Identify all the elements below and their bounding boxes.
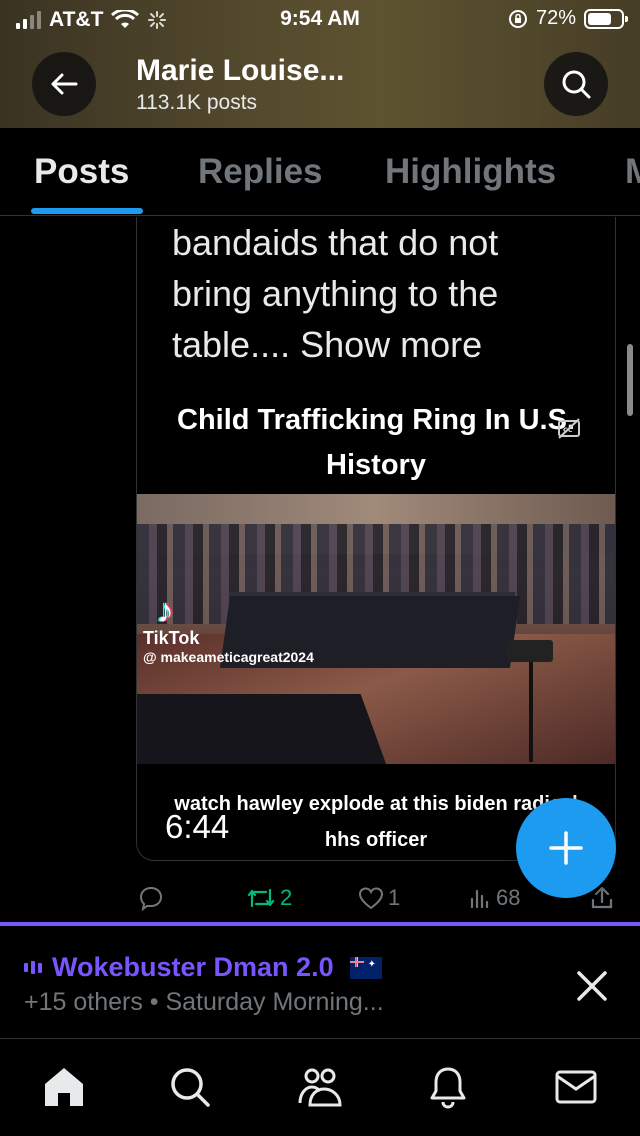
bar-chart-icon (470, 889, 489, 909)
video-headline-line: History (326, 449, 426, 481)
reply-icon (139, 886, 163, 911)
like-count: 1 (388, 885, 401, 910)
battery-percent: 72% (535, 7, 576, 29)
nav-notifications[interactable] (424, 1063, 472, 1111)
arrow-left-icon (51, 73, 78, 95)
nav-home[interactable] (40, 1063, 88, 1111)
mail-icon (555, 1070, 597, 1104)
orientation-lock-icon (508, 9, 527, 28)
tweet-text-line: bring anything to the (172, 273, 499, 314)
tab-media[interactable]: M (625, 152, 640, 192)
view-count: 68 (496, 885, 521, 910)
battery-icon (584, 8, 628, 29)
search-button[interactable] (544, 52, 608, 116)
retweet-icon (247, 888, 275, 908)
battery-group: 72% (508, 7, 628, 30)
profile-name: Marie Louise... (136, 54, 345, 87)
views-button[interactable]: 68 (468, 885, 520, 911)
live-space-banner[interactable]: Wokebuster Dman 2.0 +15 others • Saturda… (0, 922, 640, 1038)
back-button[interactable] (32, 52, 96, 116)
post-count: 113.1K posts (136, 91, 258, 114)
status-bar: AT&T 9:54 AM 72% (0, 0, 640, 42)
scene-camera (507, 640, 553, 662)
video-headline: Child Trafficking Ring In U.S. History (137, 398, 615, 488)
profile-header: AT&T 9:54 AM 72% Marie Louise... 113.1K … (0, 0, 640, 128)
nav-messages[interactable] (552, 1063, 600, 1111)
australia-flag-icon (349, 956, 382, 979)
video-thumbnail: ♪ TikTok @ makeameticagreat2024 (137, 494, 615, 764)
profile-tabs: Posts Replies Highlights M (0, 128, 640, 216)
tweet-text-line: bandaids that do not (172, 222, 499, 263)
battery-fill (588, 12, 612, 25)
home-icon (45, 1068, 83, 1106)
close-icon[interactable] (570, 964, 614, 1008)
space-title: Wokebuster Dman 2.0 (52, 952, 334, 982)
nav-search[interactable] (166, 1063, 214, 1111)
compose-post-button[interactable] (516, 798, 616, 898)
nav-communities[interactable] (296, 1063, 344, 1111)
tiktok-logo-icon: ♪ (157, 592, 174, 630)
active-tab-indicator (31, 208, 143, 214)
tiktok-handle: @ makeameticagreat2024 (143, 649, 314, 665)
like-button[interactable]: 1 (358, 885, 400, 911)
heart-icon (358, 887, 384, 910)
bell-icon (430, 1067, 466, 1109)
tiktok-watermark: ♪ TikTok @ makeameticagreat2024 (143, 594, 314, 665)
scene-tripod (529, 662, 533, 762)
retweet-count: 2 (280, 885, 293, 910)
scrollbar-thumb[interactable] (627, 344, 633, 416)
scene-desk (137, 694, 394, 764)
space-title-row: Wokebuster Dman 2.0 (24, 952, 382, 983)
video-player[interactable]: Child Trafficking Ring In U.S. History c… (137, 386, 615, 860)
plus-icon (549, 831, 583, 865)
video-headline-line: Child Trafficking Ring In U.S. (177, 404, 575, 436)
bottom-nav (0, 1038, 640, 1136)
tweet-text[interactable]: bandaids that do not bring anything to t… (172, 217, 612, 370)
tiktok-label: TikTok (143, 628, 200, 648)
captions-off-icon[interactable]: cc (557, 418, 581, 440)
space-subtitle: +15 others • Saturday Morning... (24, 988, 384, 1016)
search-icon (171, 1068, 210, 1107)
tab-highlights[interactable]: Highlights (385, 152, 556, 192)
tweet-text-line: table.... Show more (172, 324, 483, 365)
audio-bars-icon (24, 960, 42, 976)
reply-button[interactable] (138, 885, 168, 911)
video-duration: 6:44 (165, 808, 230, 845)
retweet-button[interactable]: 2 (246, 885, 292, 911)
people-icon (298, 1068, 342, 1107)
search-icon (562, 70, 591, 99)
tab-replies[interactable]: Replies (198, 152, 323, 192)
tab-posts[interactable]: Posts (34, 152, 129, 192)
